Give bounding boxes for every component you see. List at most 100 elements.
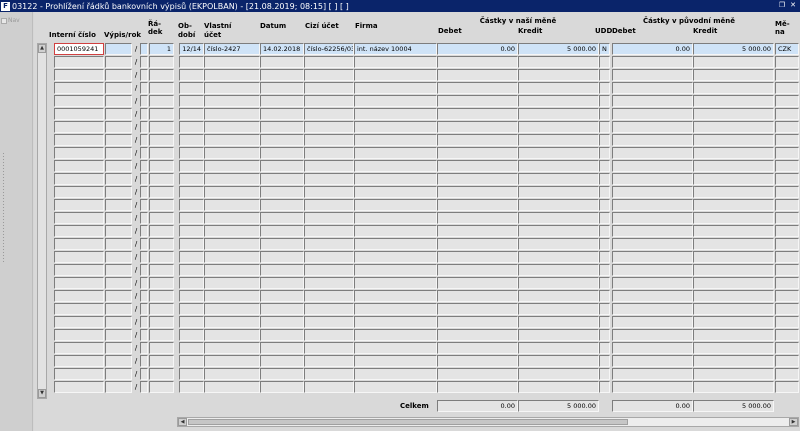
mena-cell[interactable] (775, 251, 799, 263)
debet-cell[interactable] (437, 225, 518, 237)
radek-cell[interactable] (149, 82, 174, 94)
table-row[interactable]: / (34, 238, 800, 251)
cizi-ucet-cell[interactable] (304, 173, 354, 185)
mena-cell[interactable] (775, 69, 799, 81)
vypis-cell[interactable] (105, 56, 132, 68)
kredit-cell[interactable] (518, 95, 599, 107)
cizi-ucet-cell[interactable] (304, 303, 354, 315)
vypis-cell[interactable] (105, 108, 132, 120)
table-row[interactable]: / (34, 355, 800, 368)
interni-cislo-cell[interactable] (54, 160, 104, 172)
firma-cell[interactable]: int. název 10004 (354, 43, 437, 55)
kredit-cell[interactable] (518, 225, 599, 237)
interni-cislo-cell[interactable] (54, 108, 104, 120)
rok-cell[interactable] (140, 43, 148, 55)
interni-cislo-cell[interactable] (54, 56, 104, 68)
vypis-cell[interactable] (105, 355, 132, 367)
vypis-cell[interactable] (105, 134, 132, 146)
rok-cell[interactable] (140, 121, 148, 133)
rok-cell[interactable] (140, 277, 148, 289)
vlastni-ucet-cell[interactable] (204, 264, 260, 276)
vypis-cell[interactable] (105, 329, 132, 341)
interni-cislo-cell[interactable] (54, 329, 104, 341)
vlastni-ucet-cell[interactable] (204, 199, 260, 211)
table-row[interactable]: / (34, 290, 800, 303)
obdobi-cell[interactable] (179, 186, 204, 198)
mena-cell[interactable]: CZK (775, 43, 799, 55)
udd-cell[interactable] (599, 186, 610, 198)
table-row[interactable]: / (34, 173, 800, 186)
table-row[interactable]: / (34, 329, 800, 342)
kredit-cell[interactable] (518, 238, 599, 250)
debet-puvodni-cell[interactable] (612, 368, 693, 380)
datum-cell[interactable] (260, 95, 304, 107)
obdobi-cell[interactable] (179, 212, 204, 224)
datum-cell[interactable] (260, 212, 304, 224)
rok-cell[interactable] (140, 69, 148, 81)
firma-cell[interactable] (354, 381, 437, 393)
udd-cell[interactable] (599, 121, 610, 133)
datum-cell[interactable] (260, 134, 304, 146)
mena-cell[interactable] (775, 199, 799, 211)
debet-cell[interactable] (437, 277, 518, 289)
kredit-cell[interactable] (518, 251, 599, 263)
udd-cell[interactable] (599, 381, 610, 393)
vypis-cell[interactable] (105, 147, 132, 159)
kredit-puvodni-cell[interactable] (693, 368, 774, 380)
udd-cell[interactable] (599, 82, 610, 94)
cizi-ucet-cell[interactable] (304, 82, 354, 94)
cizi-ucet-cell[interactable] (304, 238, 354, 250)
kredit-puvodni-cell[interactable] (693, 82, 774, 94)
datum-cell[interactable] (260, 303, 304, 315)
debet-puvodni-cell[interactable] (612, 121, 693, 133)
table-row[interactable]: / (34, 69, 800, 82)
datum-cell[interactable] (260, 329, 304, 341)
debet-puvodni-cell[interactable] (612, 69, 693, 81)
debet-cell[interactable] (437, 173, 518, 185)
cizi-ucet-cell[interactable] (304, 108, 354, 120)
kredit-puvodni-cell[interactable] (693, 56, 774, 68)
vypis-cell[interactable] (105, 82, 132, 94)
firma-cell[interactable] (354, 95, 437, 107)
cizi-ucet-cell[interactable] (304, 199, 354, 211)
radek-cell[interactable] (149, 381, 174, 393)
mena-cell[interactable] (775, 186, 799, 198)
radek-cell[interactable] (149, 121, 174, 133)
vlastni-ucet-cell[interactable] (204, 121, 260, 133)
kredit-puvodni-cell[interactable] (693, 225, 774, 237)
vypis-cell[interactable] (105, 264, 132, 276)
udd-cell[interactable] (599, 108, 610, 120)
mena-cell[interactable] (775, 264, 799, 276)
debet-puvodni-cell[interactable] (612, 160, 693, 172)
vypis-cell[interactable] (105, 290, 132, 302)
kredit-cell[interactable] (518, 69, 599, 81)
close-icon[interactable]: ✕ (788, 1, 798, 10)
debet-puvodni-cell[interactable] (612, 251, 693, 263)
debet-puvodni-cell[interactable] (612, 277, 693, 289)
kredit-cell[interactable] (518, 160, 599, 172)
debet-cell[interactable]: 0.00 (437, 43, 518, 55)
firma-cell[interactable] (354, 277, 437, 289)
table-row[interactable]: / (34, 95, 800, 108)
firma-cell[interactable] (354, 290, 437, 302)
kredit-cell[interactable] (518, 316, 599, 328)
debet-puvodni-cell[interactable] (612, 82, 693, 94)
rok-cell[interactable] (140, 160, 148, 172)
firma-cell[interactable] (354, 251, 437, 263)
radek-cell[interactable] (149, 212, 174, 224)
vypis-cell[interactable] (105, 186, 132, 198)
rok-cell[interactable] (140, 95, 148, 107)
kredit-puvodni-cell[interactable] (693, 121, 774, 133)
interni-cislo-cell[interactable] (54, 290, 104, 302)
interni-cislo-cell[interactable] (54, 355, 104, 367)
debet-puvodni-cell[interactable] (612, 147, 693, 159)
debet-cell[interactable] (437, 264, 518, 276)
radek-cell[interactable] (149, 264, 174, 276)
mena-cell[interactable] (775, 316, 799, 328)
datum-cell[interactable] (260, 69, 304, 81)
vlastni-ucet-cell[interactable] (204, 225, 260, 237)
kredit-puvodni-cell[interactable] (693, 329, 774, 341)
vlastni-ucet-cell[interactable] (204, 381, 260, 393)
udd-cell[interactable] (599, 69, 610, 81)
kredit-puvodni-cell[interactable] (693, 69, 774, 81)
